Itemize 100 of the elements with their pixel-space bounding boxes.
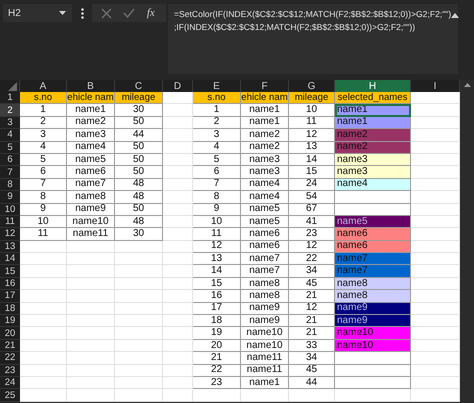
table-cell: name11 — [241, 352, 289, 365]
table-cell: name6 — [335, 228, 411, 241]
table-cell: name7 — [241, 265, 289, 278]
empty-cell — [67, 376, 115, 390]
row-heading[interactable]: 10 — [0, 204, 20, 216]
row-heading[interactable]: 7 — [0, 166, 20, 179]
column-header: selected_names — [335, 92, 411, 104]
empty-cell — [163, 364, 193, 377]
formula-field[interactable]: =SetColor(IF(INDEX($C$2:$C$12;MATCH(F2;$B$2:$B$12;0))>G2;F2;"") ;IF(INDEX($C$2:$C$12;MATCH(F2;$B$2:$B$12;0))>G2;F2;"")) — [168, 4, 458, 74]
table-cell: name1 — [67, 104, 115, 117]
table-cell: name5 — [241, 204, 289, 216]
row-heading[interactable]: 5 — [0, 142, 20, 154]
row-heading[interactable]: 11 — [0, 216, 20, 228]
empty-cell — [67, 265, 115, 278]
column-heading[interactable]: I — [411, 80, 460, 92]
table-cell: name10 — [241, 327, 289, 340]
column-heading[interactable]: B — [67, 80, 115, 92]
table-cell: 54 — [289, 191, 335, 204]
column-heading[interactable]: F — [241, 80, 289, 92]
empty-cell — [115, 352, 163, 365]
row-heading[interactable]: 2 — [0, 104, 20, 117]
table-cell: 50 — [115, 142, 163, 154]
row-heading[interactable]: 8 — [0, 178, 20, 192]
row-heading[interactable]: 1 — [0, 92, 20, 104]
empty-cell — [193, 389, 241, 402]
row-heading[interactable]: 24 — [0, 376, 20, 390]
empty-cell — [163, 253, 193, 266]
empty-cell — [115, 278, 163, 290]
scrollbar[interactable] — [460, 80, 474, 402]
empty-cell — [163, 340, 193, 352]
row-heading[interactable]: 18 — [0, 302, 20, 316]
row-heading[interactable]: 20 — [0, 327, 20, 340]
row-heading[interactable]: 19 — [0, 315, 20, 328]
column-heading[interactable]: A — [20, 80, 67, 92]
row-heading[interactable]: 15 — [0, 265, 20, 278]
empty-cell — [163, 352, 193, 365]
table-cell: 7 — [193, 178, 241, 192]
row-heading[interactable]: 14 — [0, 253, 20, 266]
table-cell: name4 — [67, 142, 115, 154]
row-heading[interactable]: 9 — [0, 191, 20, 204]
empty-cell — [163, 142, 193, 154]
table-cell: name2 — [335, 129, 411, 142]
name-box[interactable]: H2 — [3, 4, 72, 22]
empty-cell — [115, 240, 163, 254]
table-cell: 8 — [20, 191, 67, 204]
empty-cell — [67, 315, 115, 328]
table-cell: 1 — [193, 104, 241, 117]
more-icon[interactable] — [81, 8, 84, 19]
column-heading[interactable]: G — [289, 80, 335, 92]
table-cell: name1 — [241, 376, 289, 390]
empty-cell — [67, 278, 115, 290]
table-cell: 10 — [193, 216, 241, 228]
formula-text: =SetColor(IF(INDEX($C$2:$C$12;MATCH(F2;$B$2:$B$12;0))>G2;F2;"") ;IF(INDEX($C$2:$C$12;MATCH(F2;$B$2:$B$12;0))>G2;F2;"")) — [174, 8, 452, 34]
table-cell: name4 — [241, 178, 289, 192]
column-heading[interactable]: H — [335, 80, 411, 92]
empty-cell — [115, 253, 163, 266]
table-cell: 48 — [115, 191, 163, 204]
column-heading[interactable]: E — [193, 80, 241, 92]
row-heading[interactable]: 22 — [0, 352, 20, 365]
empty-cell — [289, 389, 335, 402]
empty-cell — [67, 302, 115, 316]
column-header: ehicle nam — [67, 92, 115, 104]
table-cell: name3 — [335, 166, 411, 179]
scroll-up-icon[interactable] — [464, 83, 470, 87]
row-heading[interactable]: 13 — [0, 240, 20, 254]
table-cell: name2 — [67, 116, 115, 130]
row-heading[interactable]: 17 — [0, 290, 20, 303]
check-icon[interactable] — [122, 8, 135, 18]
table-cell: 4 — [193, 142, 241, 154]
empty-cell — [163, 327, 193, 340]
empty-cell — [163, 116, 193, 130]
table-cell: 17 — [193, 302, 241, 316]
row-heading[interactable]: 25 — [0, 389, 20, 402]
column-heading[interactable]: D — [163, 80, 193, 92]
row-heading[interactable]: 12 — [0, 228, 20, 241]
row-heading[interactable]: 16 — [0, 278, 20, 290]
table-cell: 13 — [193, 253, 241, 266]
row-heading[interactable]: 4 — [0, 129, 20, 142]
row-heading[interactable]: 21 — [0, 340, 20, 352]
empty-cell — [115, 364, 163, 377]
row-heading[interactable]: 3 — [0, 116, 20, 130]
insert-function-button[interactable]: fx — [144, 7, 157, 19]
row-heading[interactable]: 6 — [0, 154, 20, 166]
table-cell: name6 — [67, 166, 115, 179]
table-cell: 14 — [193, 265, 241, 278]
empty-cell — [163, 290, 193, 303]
table-cell: 21 — [193, 352, 241, 365]
empty-cell — [163, 104, 193, 117]
table-cell: 7 — [20, 178, 67, 192]
table-cell: 2 — [193, 116, 241, 130]
collapse-icon[interactable] — [451, 13, 460, 18]
column-header: ehicle nam — [241, 92, 289, 104]
empty-cell — [163, 376, 193, 390]
table-cell: name3 — [335, 154, 411, 166]
cancel-icon[interactable] — [101, 8, 112, 18]
row-heading[interactable]: 23 — [0, 364, 20, 377]
empty-cell — [115, 376, 163, 390]
column-heading[interactable]: C — [115, 80, 163, 92]
empty-cell — [163, 302, 193, 316]
table-cell: 45 — [289, 364, 335, 377]
